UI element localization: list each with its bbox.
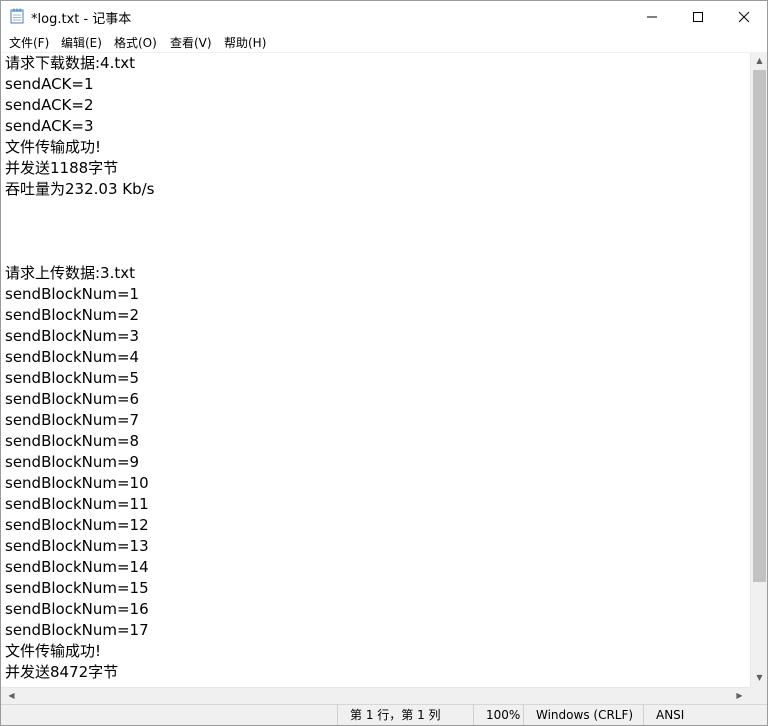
text-line: 并发送8472字节 [5, 663, 119, 681]
close-icon [738, 11, 750, 22]
maximize-icon [693, 11, 703, 22]
minimize-icon [647, 16, 657, 17]
text-line: sendACK=2 [5, 96, 94, 114]
horizontal-scrollbar[interactable]: ◀ ▶ [1, 687, 750, 705]
menu-help[interactable]: 帮助(H) [222, 34, 268, 51]
text-editor[interactable]: 请求下载数据:4.txt sendACK=1 sendACK=2 sendACK… [1, 53, 749, 687]
cursor-position: 第 1 行，第 1 列 [337, 705, 473, 725]
text-line: sendBlockNum=5 [5, 369, 140, 387]
text-line: sendBlockNum=10 [5, 474, 149, 492]
minimize-button[interactable] [629, 1, 675, 32]
text-line: 文件传输成功! [5, 138, 102, 156]
vertical-scroll-thumb[interactable] [753, 70, 766, 582]
vertical-scrollbar[interactable]: ▲ ▼ [750, 53, 767, 687]
scrollbar-corner [750, 687, 767, 704]
text-line: 吞吐量为232.03 Kb/s [5, 180, 155, 198]
text-line: sendBlockNum=12 [5, 516, 149, 534]
text-line: sendBlockNum=9 [5, 453, 140, 471]
text-line: sendBlockNum=17 [5, 621, 149, 639]
encoding: ANSI [643, 705, 767, 725]
text-line: sendBlockNum=14 [5, 558, 149, 576]
zoom-level: 100% [473, 705, 523, 725]
maximize-button[interactable] [675, 1, 721, 32]
text-line: sendBlockNum=16 [5, 600, 149, 618]
title-bar[interactable]: *log.txt - 记事本 [1, 1, 767, 32]
text-line: 并发送1188字节 [5, 159, 119, 177]
text-line: sendBlockNum=3 [5, 327, 140, 345]
text-line: sendBlockNum=4 [5, 348, 140, 366]
text-line: sendBlockNum=11 [5, 495, 149, 513]
text-line: sendBlockNum=2 [5, 306, 140, 324]
scroll-right-icon[interactable]: ▶ [731, 691, 748, 700]
close-button[interactable] [721, 1, 767, 32]
text-line: sendBlockNum=13 [5, 537, 149, 555]
text-line: 请求上传数据:3.txt [5, 264, 136, 282]
text-line: sendBlockNum=7 [5, 411, 140, 429]
notepad-icon [10, 8, 24, 24]
menu-file[interactable]: 文件(F) [7, 34, 51, 51]
text-line: 请求下载数据:4.txt [5, 54, 136, 72]
text-line: sendBlockNum=15 [5, 579, 149, 597]
scroll-up-icon[interactable]: ▲ [751, 56, 767, 65]
menu-view[interactable]: 查看(V) [168, 34, 214, 51]
menu-format[interactable]: 格式(O) [112, 34, 159, 51]
text-line: sendBlockNum=6 [5, 390, 140, 408]
text-line: sendACK=3 [5, 117, 94, 135]
scroll-down-icon[interactable]: ▼ [751, 673, 767, 682]
text-line: sendBlockNum=1 [5, 285, 140, 303]
status-bar: 第 1 行，第 1 列 100% Windows (CRLF) ANSI [1, 704, 767, 725]
notepad-window: *log.txt - 记事本 文件(F) 编辑(E) 格式(O) 查看(V) 帮… [0, 0, 768, 726]
text-line: sendBlockNum=8 [5, 432, 140, 450]
line-ending: Windows (CRLF) [523, 705, 643, 725]
window-title: *log.txt - 记事本 [31, 12, 132, 27]
menu-edit[interactable]: 编辑(E) [59, 34, 104, 51]
text-line: sendACK=1 [5, 75, 94, 93]
text-line: 文件传输成功! [5, 642, 102, 660]
scroll-left-icon[interactable]: ◀ [3, 691, 20, 700]
menu-bar: 文件(F) 编辑(E) 格式(O) 查看(V) 帮助(H) [1, 32, 767, 53]
